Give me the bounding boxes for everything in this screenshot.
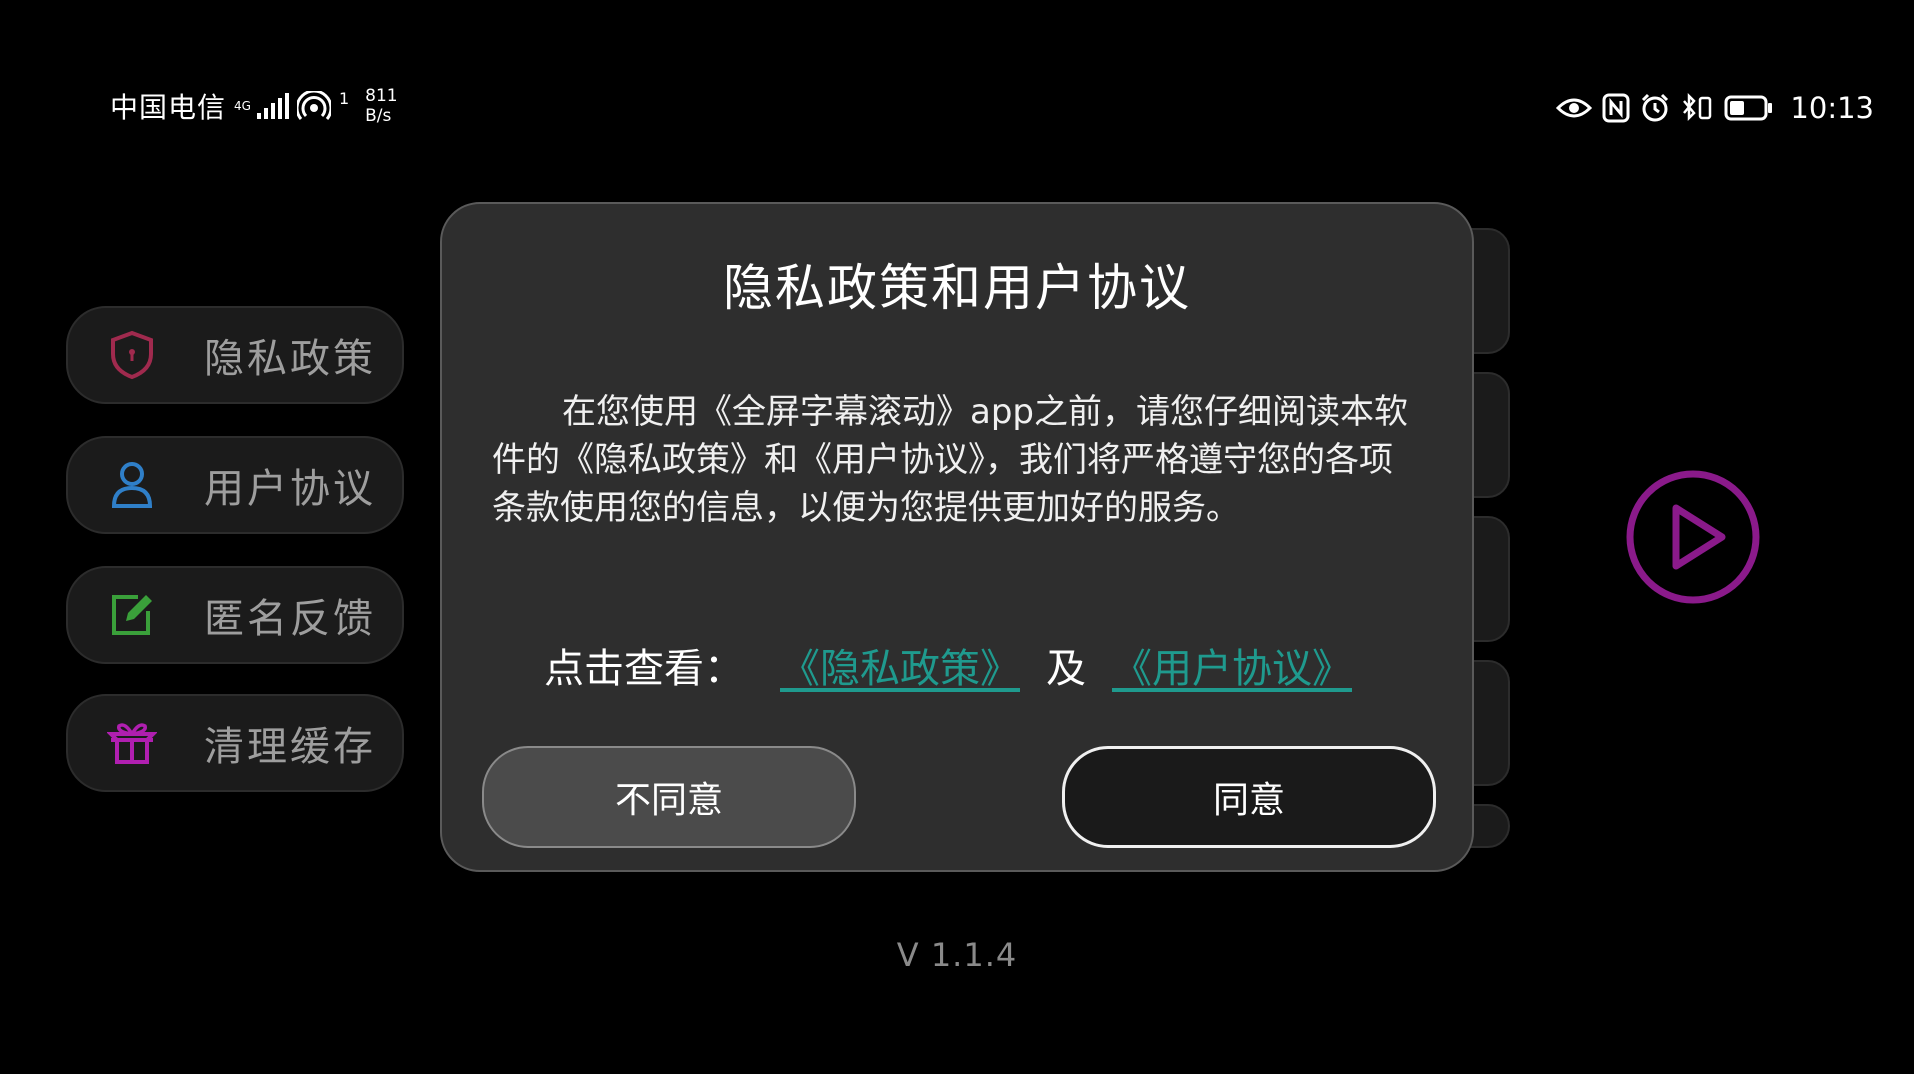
network-type: 4G — [234, 99, 251, 113]
network-speed: 811 B/s — [365, 86, 397, 126]
status-bar-left: 中国电信 4G 1 811 B/s — [110, 84, 398, 128]
menu-item-label: 隐私政策 — [204, 336, 376, 382]
speed-value: 811 — [365, 86, 398, 106]
shield-icon — [106, 329, 158, 381]
play-button[interactable] — [1624, 468, 1762, 606]
carrier-name: 中国电信 — [110, 91, 227, 124]
menu-item-label: 用户协议 — [204, 466, 376, 512]
disagree-button[interactable]: 不同意 — [482, 746, 856, 848]
menu-item-label: 匿名反馈 — [204, 596, 376, 642]
menu-item-anonymous-feedback[interactable]: 匿名反馈 — [66, 566, 404, 664]
eye-icon — [1556, 96, 1593, 120]
agree-button-label: 同意 — [1212, 780, 1285, 821]
play-icon — [1626, 470, 1760, 604]
app-screen: 中国电信 4G 1 811 B/s 10:13 隐私政策 用户协议 匿名反馈 清… — [0, 0, 1914, 1074]
privacy-policy-link[interactable]: 《隐私政策》 — [780, 636, 1020, 694]
user-agreement-link[interactable]: 《用户协议》 — [1112, 636, 1352, 694]
privacy-dialog: 隐私政策和用户协议 在您使用《全屏字幕滚动》app之前，请您仔细阅读本软件的《隐… — [440, 202, 1474, 872]
alarm-icon — [1640, 93, 1670, 123]
dialog-body: 在您使用《全屏字幕滚动》app之前，请您仔细阅读本软件的《隐私政策》和《用户协议… — [492, 392, 1408, 528]
trash-icon — [106, 717, 158, 769]
disagree-button-label: 不同意 — [614, 780, 723, 821]
agree-button[interactable]: 同意 — [1062, 746, 1436, 848]
version-label: V 1.1.4 — [896, 936, 1018, 974]
bluetooth-vibrate-icon — [1680, 93, 1714, 123]
and-text: 及 — [1046, 646, 1086, 692]
signal-icon — [256, 93, 291, 119]
menu-item-label: 清理缓存 — [204, 724, 376, 770]
menu-item-user-agreement[interactable]: 用户协议 — [66, 436, 404, 534]
user-icon — [106, 459, 158, 511]
clock-time: 10:13 — [1790, 91, 1874, 125]
hotspot-count: 1 — [338, 89, 350, 108]
hotspot-icon — [296, 91, 331, 121]
policy-links-row: 点击查看： 《隐私政策》 及 《用户协议》 — [544, 636, 1366, 694]
speed-unit: B/s — [365, 106, 392, 126]
menu-item-clear-cache[interactable]: 清理缓存 — [66, 694, 404, 792]
status-bar-right: 10:13 — [1556, 86, 1874, 130]
battery-icon — [1724, 95, 1774, 121]
links-label: 点击查看： — [544, 646, 744, 692]
edit-icon — [106, 589, 158, 641]
menu-item-privacy-policy[interactable]: 隐私政策 — [66, 306, 404, 404]
dialog-title: 隐私政策和用户协议 — [723, 259, 1191, 317]
nfc-icon — [1602, 93, 1630, 123]
